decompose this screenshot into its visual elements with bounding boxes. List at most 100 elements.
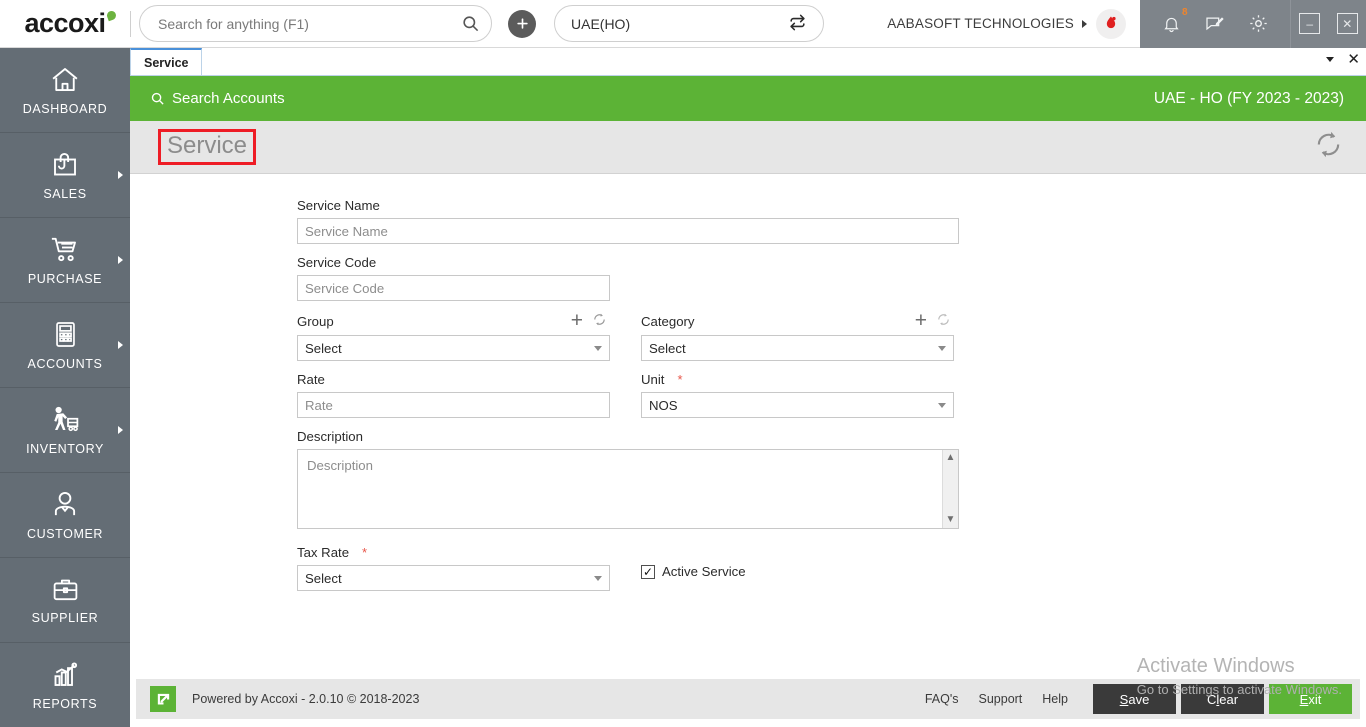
service-name-input[interactable] (297, 218, 959, 244)
description-scrollbar[interactable]: ▲ ▼ (942, 450, 958, 528)
gear-icon[interactable] (1248, 13, 1269, 34)
refresh-icon[interactable] (1313, 129, 1344, 165)
divider (130, 10, 131, 37)
chevron-right-icon[interactable] (118, 341, 123, 349)
unit-label: Unit (641, 372, 665, 387)
app-logo: accoxi (0, 0, 130, 48)
chevron-right-icon[interactable] (1082, 19, 1087, 28)
plus-icon[interactable]: + (915, 310, 927, 331)
sidebar-item-dashboard[interactable]: DASHBOARD (0, 48, 130, 133)
sidebar-item-label: SUPPLIER (31, 611, 99, 625)
required-marker: * (677, 372, 683, 387)
message-icon[interactable] (1204, 14, 1225, 34)
search-icon[interactable] (455, 9, 485, 39)
row-rate-unit: Rate Unit * NOS (297, 372, 1366, 418)
logo-leaf-icon (105, 9, 118, 21)
chevron-right-icon[interactable] (118, 171, 123, 179)
field-active-service: ✓ Active Service (641, 545, 954, 591)
exit-button[interactable]: Exit (1269, 684, 1352, 714)
branch-selector[interactable]: UAE(HO) (554, 5, 824, 42)
sidebar-item-reports[interactable]: REPORTS (0, 643, 130, 727)
sidebar-item-accounts[interactable]: ACCOUNTS (0, 303, 130, 388)
close-icon[interactable]: ✕ (1336, 13, 1358, 34)
sidebar-item-label: SALES (43, 187, 87, 201)
group-select[interactable]: Select (297, 335, 610, 361)
description-wrapper: ▲ ▼ (297, 449, 959, 529)
global-search[interactable] (139, 5, 492, 42)
chevron-down-icon[interactable] (1326, 57, 1335, 62)
rate-input[interactable] (297, 392, 610, 418)
search-accounts-button[interactable]: Search Accounts (150, 90, 285, 107)
notification-badge: 8 (1181, 6, 1188, 18)
chevron-down-icon (594, 575, 602, 581)
sidebar-item-sales[interactable]: SALES (0, 133, 130, 218)
field-tax-rate: Tax Rate * Select (297, 545, 610, 591)
active-service-label: Active Service (662, 564, 746, 579)
chevron-right-icon[interactable] (118, 256, 123, 264)
sidebar-item-label: REPORTS (32, 696, 98, 711)
category-label: Category (641, 313, 695, 329)
top-bar: accoxi UAE(HO) (0, 0, 1366, 48)
unit-select[interactable]: NOS (641, 392, 954, 418)
refresh-icon[interactable] (592, 312, 607, 330)
chevron-right-icon[interactable] (118, 426, 123, 434)
field-service-name: Service Name (297, 198, 1366, 244)
chevron-up-icon[interactable]: ▲ (946, 453, 956, 463)
tax-rate-select[interactable]: Select (297, 565, 610, 591)
field-group: Group + Select (297, 310, 610, 361)
service-name-label: Service Name (297, 198, 380, 213)
tab-strip-controls: ✕ (1326, 52, 1360, 67)
bell-icon[interactable]: 8 (1162, 7, 1188, 34)
page-title-bar: Service (130, 121, 1366, 174)
refresh-icon[interactable] (936, 312, 951, 330)
category-select[interactable]: Select (641, 335, 954, 361)
add-new-button[interactable] (508, 9, 536, 38)
active-service-checkbox[interactable]: ✓ (641, 564, 655, 579)
sidebar-item-customer[interactable]: CUSTOMER (0, 473, 130, 558)
avatar[interactable] (1096, 8, 1126, 39)
footer-bar: Powered by Accoxi - 2.0.10 © 2018-2023 F… (136, 679, 1360, 719)
field-service-code: Service Code (297, 255, 1366, 301)
clear-button[interactable]: Cl ear (1181, 684, 1264, 714)
swap-icon[interactable] (788, 13, 807, 35)
fiscal-year-label: UAE - HO (FY 2023 - 2023) (1153, 89, 1344, 107)
sidebar-item-label: INVENTORY (26, 441, 104, 456)
sidebar-item-label: PURCHASE (27, 271, 103, 286)
support-link[interactable]: Support (979, 692, 1023, 706)
chevron-down-icon (594, 345, 602, 351)
category-value: Select (649, 340, 686, 356)
faq-link[interactable]: FAQ's (925, 692, 959, 706)
company-area: AABASOFT TECHNOLOGIES (824, 8, 1140, 39)
save-button[interactable]: Save (1093, 684, 1176, 714)
green-header-bar: Search Accounts UAE - HO (FY 2023 - 2023… (130, 76, 1366, 121)
tool-icons: 8 (1140, 0, 1290, 48)
close-icon[interactable]: ✕ (1347, 52, 1360, 67)
rate-label: Rate (297, 372, 325, 387)
plus-icon[interactable]: + (571, 310, 583, 331)
chevron-down-icon[interactable]: ▼ (946, 515, 956, 525)
minimize-icon[interactable]: – (1299, 13, 1321, 34)
tab-label: Service (144, 55, 189, 70)
description-textarea[interactable] (298, 450, 942, 528)
tab-strip: Service ✕ (130, 48, 1366, 76)
service-code-label: Service Code (297, 255, 377, 270)
tab-service[interactable]: Service (130, 48, 203, 75)
sidebar-item-purchase[interactable]: PURCHASE (0, 218, 130, 303)
sidebar-item-supplier[interactable]: SUPPLIER (0, 558, 130, 643)
powered-by-text: Powered by Accoxi - 2.0.10 © 2018-2023 (192, 692, 420, 706)
accoxi-mark-icon (150, 686, 176, 712)
search-input[interactable] (158, 15, 455, 32)
footer-left: Powered by Accoxi - 2.0.10 © 2018-2023 (150, 686, 419, 712)
application-window: accoxi UAE(HO) (0, 0, 1366, 727)
sidebar-item-label: ACCOUNTS (27, 357, 103, 371)
required-marker: * (362, 545, 368, 560)
field-category: Category + Select (641, 310, 954, 361)
group-label: Group (297, 313, 334, 329)
search-accounts-label: Search Accounts (172, 90, 285, 107)
service-code-input[interactable] (297, 275, 610, 301)
sidebar-item-inventory[interactable]: INVENTORY (0, 388, 130, 473)
row-taxrate-active: Tax Rate * Select ✓ Active Service (297, 545, 1366, 591)
branch-value: UAE(HO) (571, 15, 631, 32)
tax-rate-label: Tax Rate (297, 545, 350, 560)
help-link[interactable]: Help (1042, 692, 1068, 706)
